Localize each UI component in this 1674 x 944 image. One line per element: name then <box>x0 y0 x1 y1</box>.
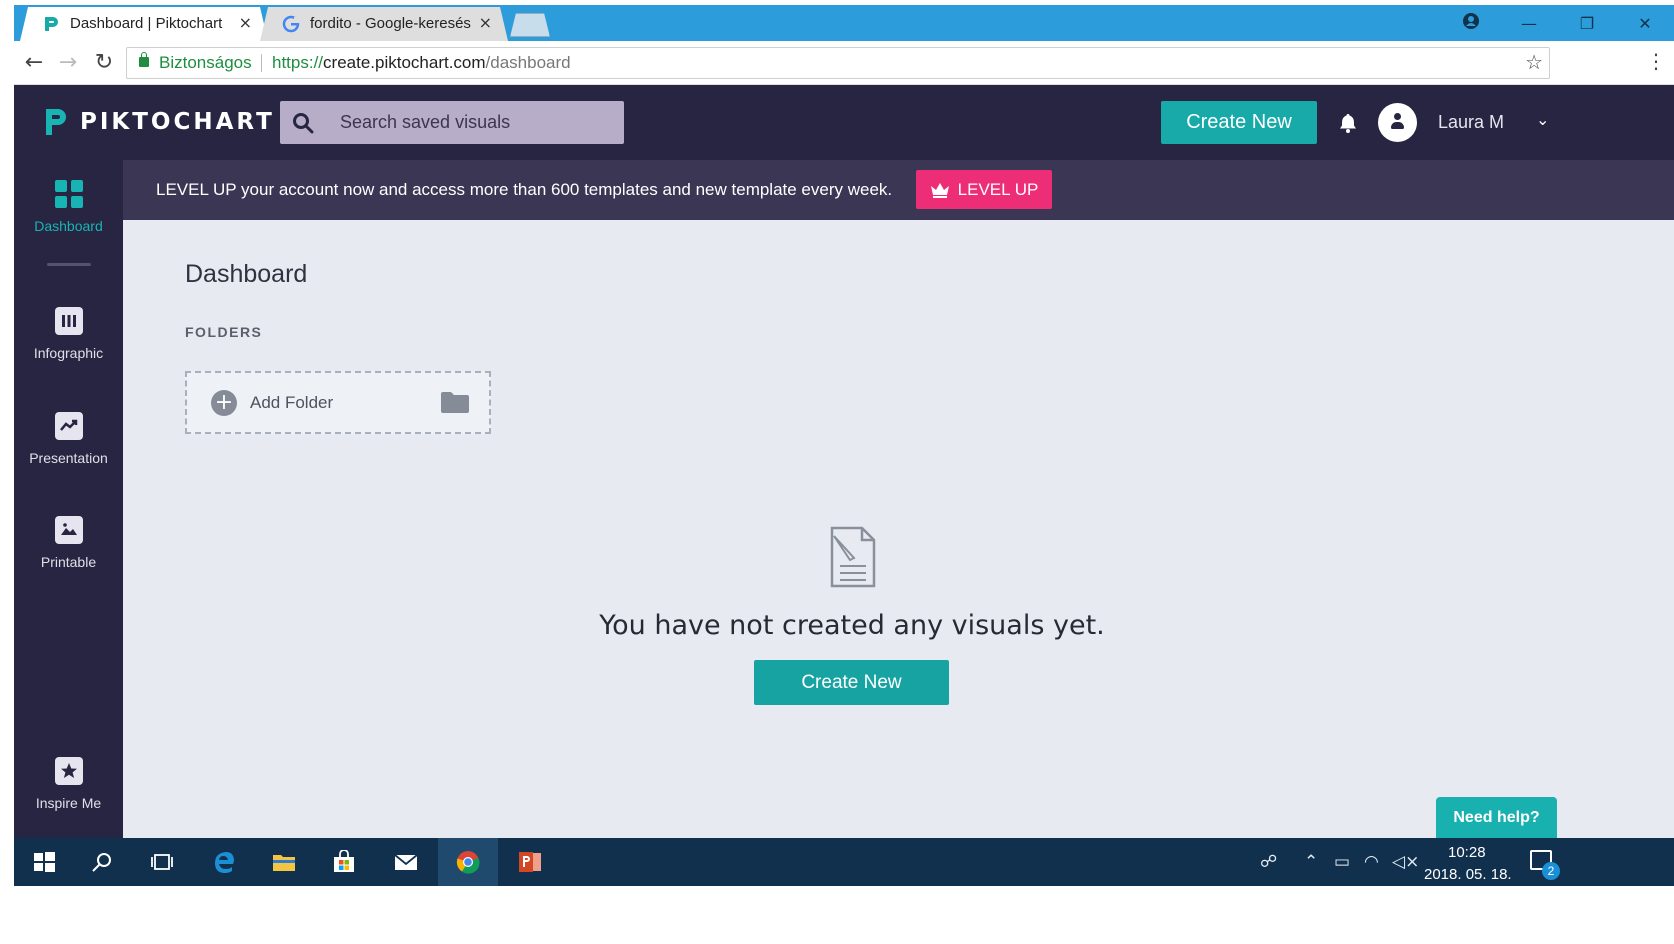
chevron-up-icon[interactable]: ⌃ <box>1304 852 1318 872</box>
secure-label: Biztonságos <box>159 53 252 72</box>
search-input[interactable] <box>340 101 610 144</box>
sidebar-item-inspire-me[interactable]: Inspire Me <box>14 757 123 811</box>
create-new-button[interactable]: Create New <box>1161 101 1317 144</box>
tab-title: Dashboard | Piktochart <box>70 15 223 32</box>
url-text: https://create.piktochart.com/dashboard <box>272 48 571 78</box>
bookmark-star-icon[interactable]: ☆ <box>1525 48 1543 78</box>
dashboard-grid-icon <box>54 180 83 208</box>
sidebar-item-label: Dashboard <box>34 218 103 234</box>
promo-text: LEVEL UP your account now and access mor… <box>156 180 893 199</box>
tab-google-search[interactable]: fordito - Google-keresés × <box>260 7 508 41</box>
lock-icon <box>139 52 149 67</box>
star-icon <box>54 757 83 785</box>
empty-document-icon <box>830 526 876 588</box>
minimize-icon[interactable]: — <box>1500 14 1558 33</box>
browser-toolbar: ← → ↻ Biztonságos https://create.piktoch… <box>14 41 1674 85</box>
folder-icon <box>441 392 469 413</box>
browser-menu-icon[interactable]: ⋮ <box>1646 49 1666 73</box>
sidebar-item-presentation[interactable]: Presentation <box>14 412 123 466</box>
printable-image-icon <box>54 516 83 544</box>
clock-date[interactable]: 2018. 05. 18. <box>1424 866 1512 883</box>
screen: Dashboard | Piktochart × fordito - Googl… <box>0 0 1674 944</box>
tab-dashboard[interactable]: Dashboard | Piktochart × <box>20 7 268 41</box>
folders-heading: FOLDERS <box>185 324 263 340</box>
infographic-icon <box>54 307 83 335</box>
piktochart-favicon-icon <box>42 15 60 33</box>
piktochart-logo[interactable]: PIKTOCHART <box>44 107 275 137</box>
create-new-main-button[interactable]: Create New <box>754 660 949 705</box>
promo-banner: LEVEL UP your account now and access mor… <box>123 160 1674 220</box>
logo-mark-icon <box>46 109 66 135</box>
search-icon <box>293 113 314 134</box>
level-up-label: LEVEL UP <box>957 179 1039 199</box>
taskbar-search-icon[interactable] <box>72 838 132 886</box>
bell-icon[interactable] <box>1339 113 1357 133</box>
notification-count-badge: 2 <box>1542 862 1560 880</box>
close-window-icon[interactable]: ✕ <box>1616 14 1674 33</box>
task-view-icon[interactable] <box>132 838 192 886</box>
page-title: Dashboard <box>185 260 308 288</box>
new-tab-button[interactable] <box>510 13 550 37</box>
sidebar-item-printable[interactable]: Printable <box>14 516 123 570</box>
profile-icon[interactable] <box>1442 13 1500 33</box>
back-icon[interactable]: ← <box>20 49 48 77</box>
sidebar-divider <box>47 263 91 266</box>
sidebar: Dashboard Infographic Presentation Print… <box>14 160 123 838</box>
level-up-button[interactable]: LEVEL UP <box>916 170 1052 209</box>
url-path: /dashboard <box>485 53 571 72</box>
sidebar-item-label: Printable <box>40 554 97 570</box>
logo-text: PIKTOCHART <box>80 109 275 135</box>
url-host: create.piktochart.com <box>323 53 486 72</box>
main-content: Dashboard FOLDERS + Add Folder You have … <box>123 220 1674 838</box>
sidebar-item-label: Inspire Me <box>35 795 102 811</box>
presentation-trend-icon <box>54 412 83 440</box>
powerpoint-icon[interactable] <box>500 838 560 886</box>
sidebar-item-label: Presentation <box>29 450 108 466</box>
google-favicon-icon <box>282 15 300 33</box>
plus-icon: + <box>211 390 237 416</box>
tab-close-icon[interactable]: × <box>479 13 492 32</box>
store-icon[interactable] <box>314 838 374 886</box>
avatar[interactable] <box>1378 103 1417 142</box>
reload-icon[interactable]: ↻ <box>90 49 118 77</box>
people-icon[interactable]: ☍ <box>1260 852 1277 872</box>
url-separator <box>261 54 262 72</box>
windows-taskbar: ☍ ⌃ ▭ ◠ ◁× 10:28 2018. 05. 18. 2 <box>14 838 1674 886</box>
browser-tab-bar: Dashboard | Piktochart × fordito - Googl… <box>14 5 1674 41</box>
wifi-icon[interactable]: ◠ <box>1364 852 1379 872</box>
sidebar-item-infographic[interactable]: Infographic <box>14 307 123 361</box>
url-scheme: https:// <box>272 53 324 72</box>
mute-speaker-icon[interactable]: ◁× <box>1392 852 1419 872</box>
chevron-down-icon[interactable]: ⌄ <box>1536 110 1549 129</box>
file-explorer-icon[interactable] <box>254 838 314 886</box>
user-name[interactable]: Laura M <box>1438 112 1504 133</box>
tab-close-icon[interactable]: × <box>239 13 252 32</box>
sidebar-item-dashboard[interactable]: Dashboard <box>14 180 123 234</box>
chrome-icon[interactable] <box>438 838 498 886</box>
address-bar[interactable]: Biztonságos https://create.piktochart.co… <box>126 47 1550 79</box>
search-box[interactable] <box>280 101 624 144</box>
battery-icon[interactable]: ▭ <box>1334 852 1350 872</box>
crown-icon <box>930 182 949 198</box>
app-header: PIKTOCHART Create New Laura M ⌄ <box>14 85 1674 160</box>
edge-browser-icon[interactable] <box>194 838 254 886</box>
need-help-button[interactable]: Need help? <box>1436 797 1557 838</box>
mail-icon[interactable] <box>376 838 436 886</box>
window-controls: — ❐ ✕ <box>1442 5 1674 41</box>
tab-title: fordito - Google-keresés <box>310 15 471 32</box>
windows-start-icon[interactable] <box>14 838 74 886</box>
forward-icon[interactable]: → <box>54 49 82 77</box>
restore-icon[interactable]: ❐ <box>1558 14 1616 33</box>
empty-state-message: You have not created any visuals yet. <box>599 610 1105 641</box>
add-folder-label: Add Folder <box>250 393 334 412</box>
add-folder-button[interactable]: + Add Folder <box>185 371 491 434</box>
sidebar-item-label: Infographic <box>33 345 104 361</box>
clock-time[interactable]: 10:28 <box>1448 844 1486 861</box>
